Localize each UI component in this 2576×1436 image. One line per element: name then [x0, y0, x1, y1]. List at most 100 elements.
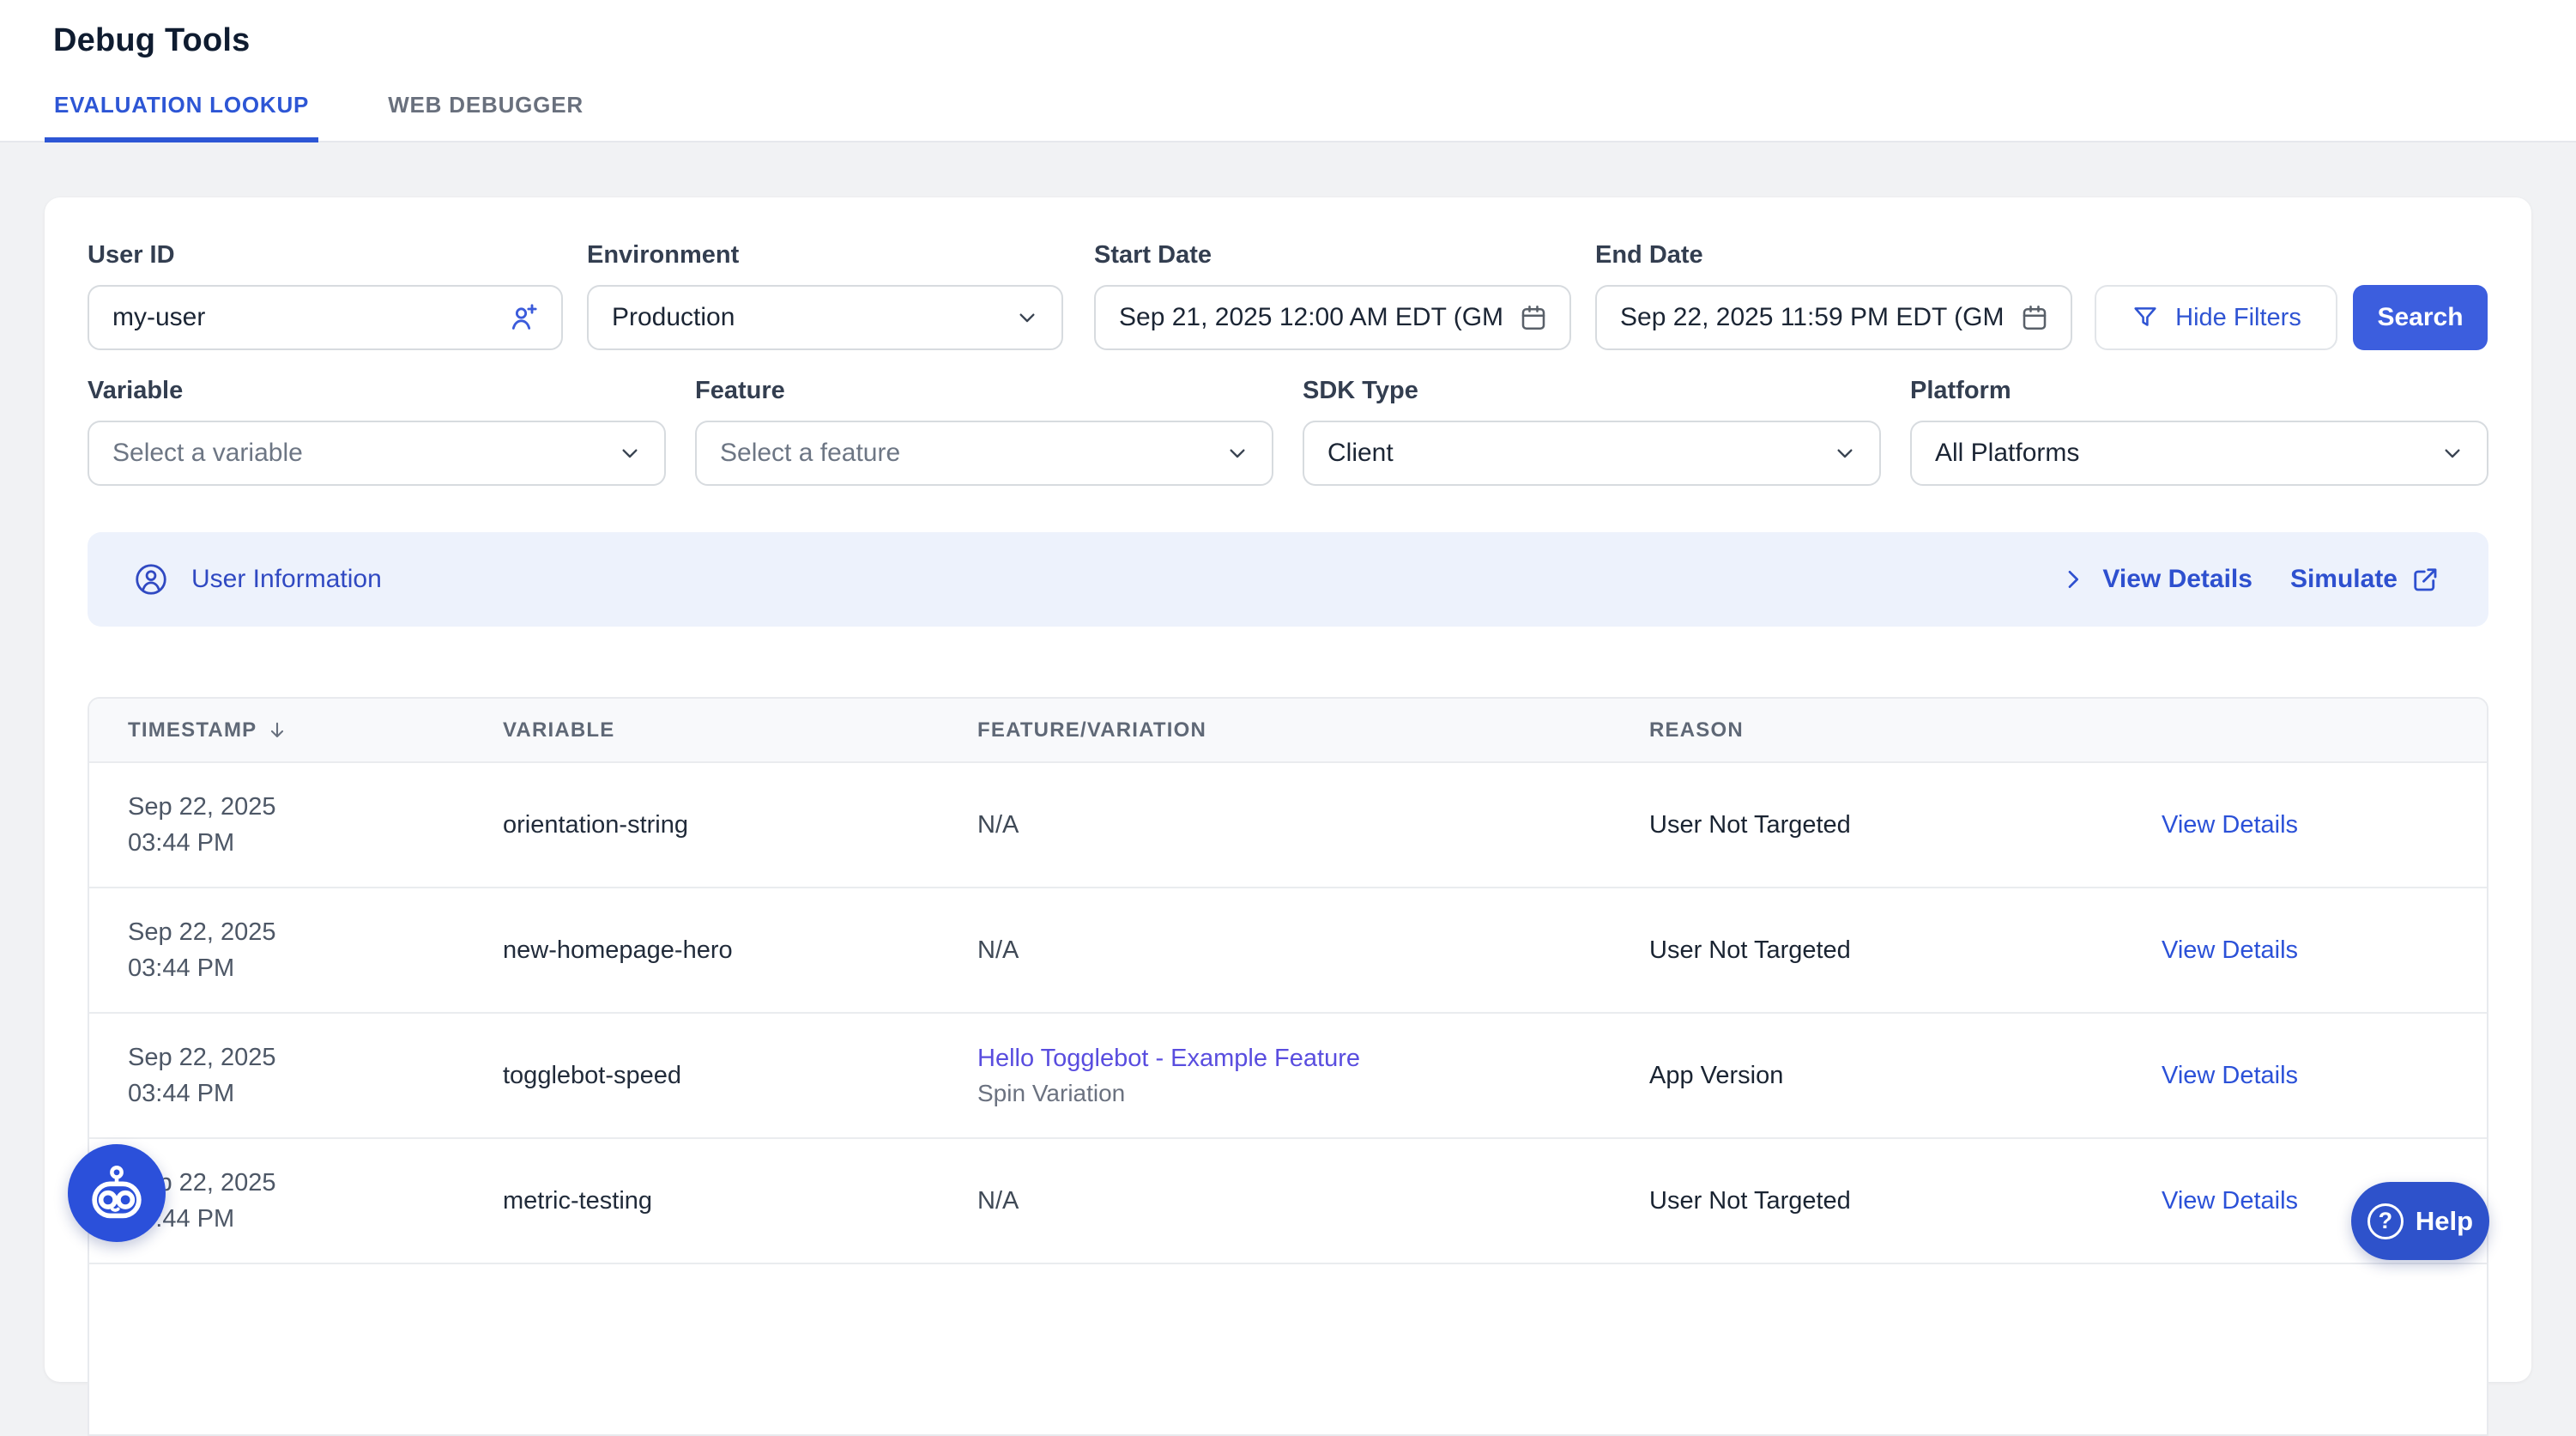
table-row-partial: [89, 1263, 2487, 1434]
timestamp-time: 03:44 PM: [128, 1201, 503, 1237]
platform-select[interactable]: All Platforms: [1910, 421, 2488, 486]
row-view-details-link[interactable]: View Details: [2162, 811, 2488, 839]
end-date-value: Sep 22, 2025 11:59 PM EDT (GM…: [1620, 303, 2005, 332]
feature-value: N/A: [977, 811, 1649, 839]
variable-cell: metric-testing: [503, 1187, 977, 1215]
help-button[interactable]: ? Help: [2351, 1182, 2489, 1260]
chevron-right-icon[interactable]: [2059, 566, 2087, 593]
row-view-details-link[interactable]: View Details: [2162, 1062, 2488, 1090]
feature-field-group: Feature Select a feature: [695, 376, 1273, 486]
togglebot-assistant-button[interactable]: [68, 1144, 166, 1242]
filter-row-1: User ID my-user Environment Production: [88, 240, 2488, 350]
view-details-link[interactable]: View Details: [2102, 565, 2252, 594]
timestamp-date: Sep 22, 2025: [128, 789, 503, 825]
table-row: Sep 22, 202503:44 PMnew-homepage-heroN/A…: [89, 887, 2487, 1012]
feature-variation-cell: N/A: [977, 936, 1649, 965]
user-id-field-group: User ID my-user: [88, 240, 563, 350]
timestamp-cell: Sep 22, 202503:44 PM: [128, 914, 503, 986]
feature-value: N/A: [977, 1187, 1649, 1215]
timestamp-header-label: TIMESTAMP: [128, 718, 257, 742]
column-header-feature-variation: FEATURE/VARIATION: [977, 718, 1649, 742]
reason-cell: User Not Targeted: [1649, 1187, 2162, 1215]
feature-select[interactable]: Select a feature: [695, 421, 1273, 486]
chevron-down-icon: [1224, 439, 1251, 467]
environment-select[interactable]: Production: [587, 285, 1063, 350]
column-header-timestamp[interactable]: TIMESTAMP: [128, 718, 503, 742]
table-row: Sep 22, 202503:44 PMtogglebot-speedHello…: [89, 1012, 2487, 1137]
evaluations-table: TIMESTAMP VARIABLE FEATURE/VARIATION REA…: [88, 697, 2488, 1436]
page-title: Debug Tools: [53, 22, 250, 59]
tab-web-debugger[interactable]: WEB DEBUGGER: [378, 92, 593, 142]
start-date-label: Start Date: [1094, 240, 1571, 270]
add-user-icon[interactable]: [506, 300, 541, 335]
variation-label: Spin Variation: [977, 1080, 1649, 1107]
variable-field-group: Variable Select a variable: [88, 376, 666, 486]
user-id-label: User ID: [88, 240, 563, 270]
calendar-icon[interactable]: [2019, 302, 2050, 333]
hide-filters-label: Hide Filters: [2175, 304, 2301, 332]
timestamp-date: Sep 22, 2025: [128, 1165, 503, 1201]
hide-filters-button[interactable]: Hide Filters: [2095, 285, 2337, 350]
end-date-input[interactable]: Sep 22, 2025 11:59 PM EDT (GM…: [1595, 285, 2072, 350]
timestamp-date: Sep 22, 2025: [128, 1039, 503, 1075]
timestamp-cell: Sep 22, 202503:44 PM: [128, 1039, 503, 1112]
user-information-toggle[interactable]: User Information: [133, 561, 382, 597]
calendar-icon[interactable]: [1518, 302, 1549, 333]
start-date-field-group: Start Date Sep 21, 2025 12:00 AM EDT (GM…: [1094, 240, 1571, 350]
search-button[interactable]: Search: [2353, 285, 2488, 350]
simulate-link[interactable]: Simulate: [2290, 564, 2440, 595]
platform-value: All Platforms: [1935, 439, 2079, 468]
start-date-input[interactable]: Sep 21, 2025 12:00 AM EDT (GM…: [1094, 285, 1571, 350]
chevron-down-icon: [616, 439, 644, 467]
tab-bar: EVALUATION LOOKUP WEB DEBUGGER: [45, 92, 593, 142]
reason-cell: App Version: [1649, 1062, 2162, 1090]
variable-cell: new-homepage-hero: [503, 936, 977, 965]
reason-cell: User Not Targeted: [1649, 936, 2162, 965]
end-date-field-group: End Date Sep 22, 2025 11:59 PM EDT (GM…: [1595, 240, 2072, 350]
filter-funnel-icon: [2131, 303, 2160, 332]
end-date-label: End Date: [1595, 240, 2072, 270]
environment-field-group: Environment Production: [587, 240, 1063, 350]
user-id-value: my-user: [112, 303, 205, 332]
sdk-type-value: Client: [1327, 439, 1394, 468]
user-id-input[interactable]: my-user: [88, 285, 563, 350]
user-information-banner: User Information View Details Simulate: [88, 532, 2488, 627]
variable-select[interactable]: Select a variable: [88, 421, 666, 486]
external-link-icon: [2410, 564, 2440, 595]
feature-variation-cell: Hello Togglebot - Example Feature Spin Va…: [977, 1045, 1649, 1107]
platform-field-group: Platform All Platforms: [1910, 376, 2488, 486]
feature-label: Feature: [695, 376, 1273, 405]
tab-evaluation-lookup[interactable]: EVALUATION LOOKUP: [45, 92, 318, 142]
variable-label: Variable: [88, 376, 666, 405]
variable-placeholder: Select a variable: [112, 439, 303, 468]
chevron-down-icon: [2439, 439, 2466, 467]
sdk-type-label: SDK Type: [1303, 376, 1881, 405]
user-information-actions: View Details Simulate: [2059, 564, 2440, 595]
table-body: Sep 22, 202503:44 PMorientation-stringN/…: [89, 761, 2487, 1263]
top-bar: Debug Tools EVALUATION LOOKUP WEB DEBUGG…: [0, 0, 2576, 142]
sdk-type-select[interactable]: Client: [1303, 421, 1881, 486]
row-view-details-link[interactable]: View Details: [2162, 936, 2488, 965]
start-date-value: Sep 21, 2025 12:00 AM EDT (GM…: [1119, 303, 1504, 332]
environment-label: Environment: [587, 240, 1063, 270]
table-row: Sep 22, 202503:44 PMorientation-stringN/…: [89, 761, 2487, 887]
platform-label: Platform: [1910, 376, 2488, 405]
timestamp-date: Sep 22, 2025: [128, 914, 503, 950]
timestamp-time: 03:44 PM: [128, 1075, 503, 1112]
sdk-type-field-group: SDK Type Client: [1303, 376, 1881, 486]
question-mark-icon: ?: [2367, 1203, 2404, 1239]
timestamp-cell: Sep 22, 202503:44 PM: [128, 1165, 503, 1237]
variable-cell: orientation-string: [503, 811, 977, 839]
help-label: Help: [2416, 1206, 2473, 1237]
feature-placeholder: Select a feature: [720, 439, 900, 468]
environment-value: Production: [612, 303, 735, 332]
feature-value: N/A: [977, 936, 1649, 965]
filter-row-2: Variable Select a variable Feature Selec…: [88, 376, 2488, 486]
sort-descending-icon: [265, 718, 289, 742]
table-header: TIMESTAMP VARIABLE FEATURE/VARIATION REA…: [89, 699, 2487, 761]
timestamp-time: 03:44 PM: [128, 825, 503, 861]
column-header-variable: VARIABLE: [503, 718, 977, 742]
robot-icon: [86, 1162, 148, 1224]
feature-link[interactable]: Hello Togglebot - Example Feature: [977, 1045, 1649, 1073]
timestamp-cell: Sep 22, 202503:44 PM: [128, 789, 503, 861]
